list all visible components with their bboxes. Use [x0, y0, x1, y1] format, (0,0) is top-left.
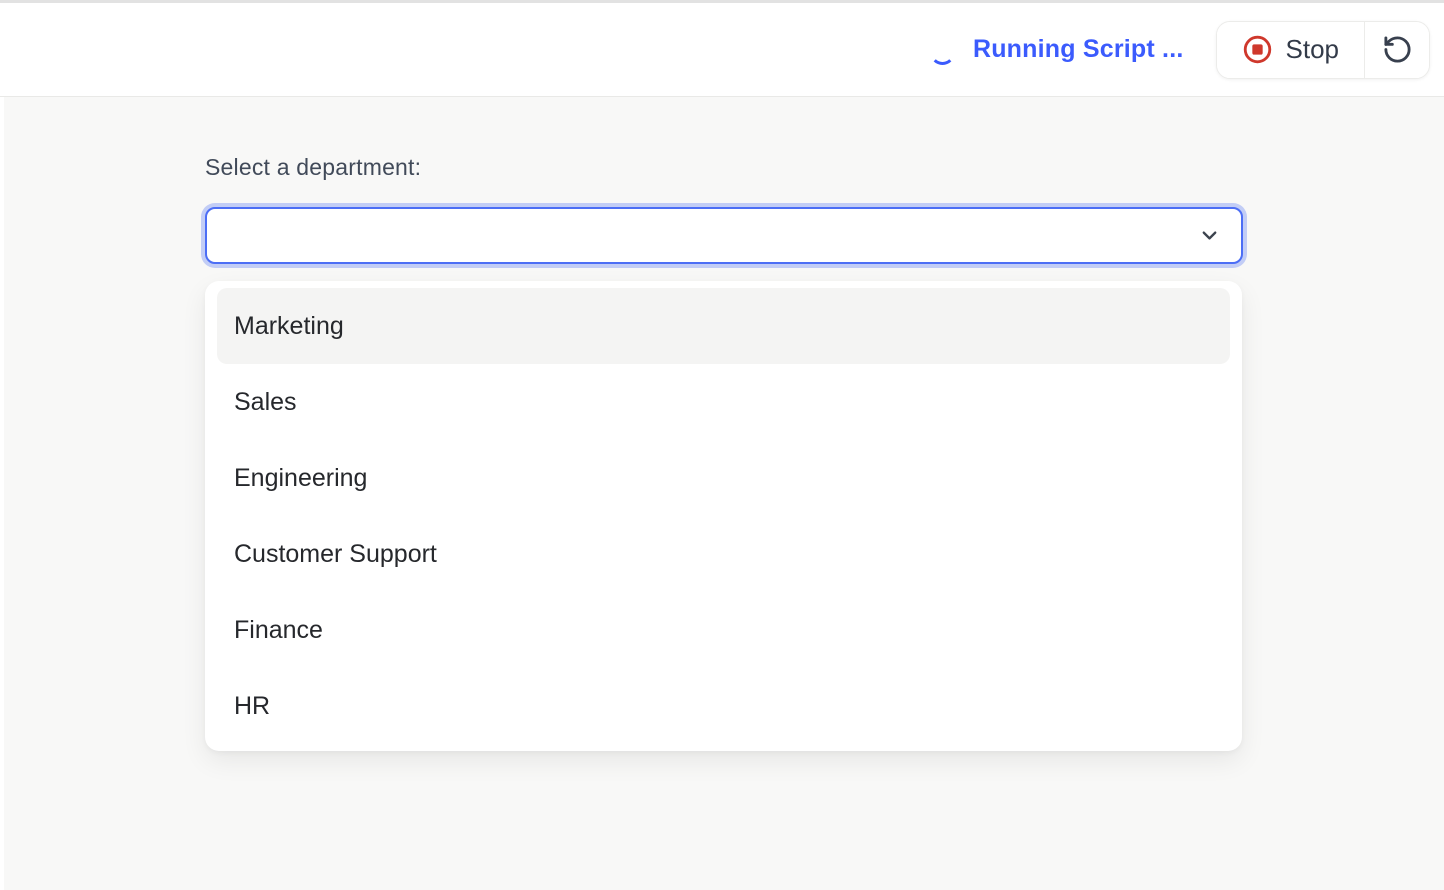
- script-status: Running Script ...: [930, 34, 1184, 65]
- department-select[interactable]: [205, 207, 1243, 264]
- stop-button[interactable]: Stop: [1217, 22, 1365, 78]
- reset-button[interactable]: [1365, 22, 1429, 78]
- top-bar: Running Script ... Stop: [0, 0, 1444, 97]
- option-customer-support[interactable]: Customer Support: [217, 516, 1230, 592]
- select-department-label: Select a department:: [205, 154, 421, 181]
- option-hr[interactable]: HR: [217, 668, 1230, 744]
- rotate-ccw-icon: [1382, 34, 1413, 65]
- option-marketing[interactable]: Marketing: [217, 288, 1230, 364]
- chevron-down-icon: [1198, 224, 1221, 247]
- spinner-icon: [930, 40, 955, 65]
- stop-icon: [1242, 34, 1273, 65]
- option-finance[interactable]: Finance: [217, 592, 1230, 668]
- script-controls: Stop: [1216, 21, 1431, 79]
- content-area: Select a department: Marketing Sales Eng…: [4, 97, 1444, 890]
- stop-button-label: Stop: [1286, 34, 1340, 65]
- option-engineering[interactable]: Engineering: [217, 440, 1230, 516]
- option-sales[interactable]: Sales: [217, 364, 1230, 440]
- department-dropdown-menu: Marketing Sales Engineering Customer Sup…: [205, 281, 1242, 751]
- status-text: Running Script ...: [973, 35, 1184, 64]
